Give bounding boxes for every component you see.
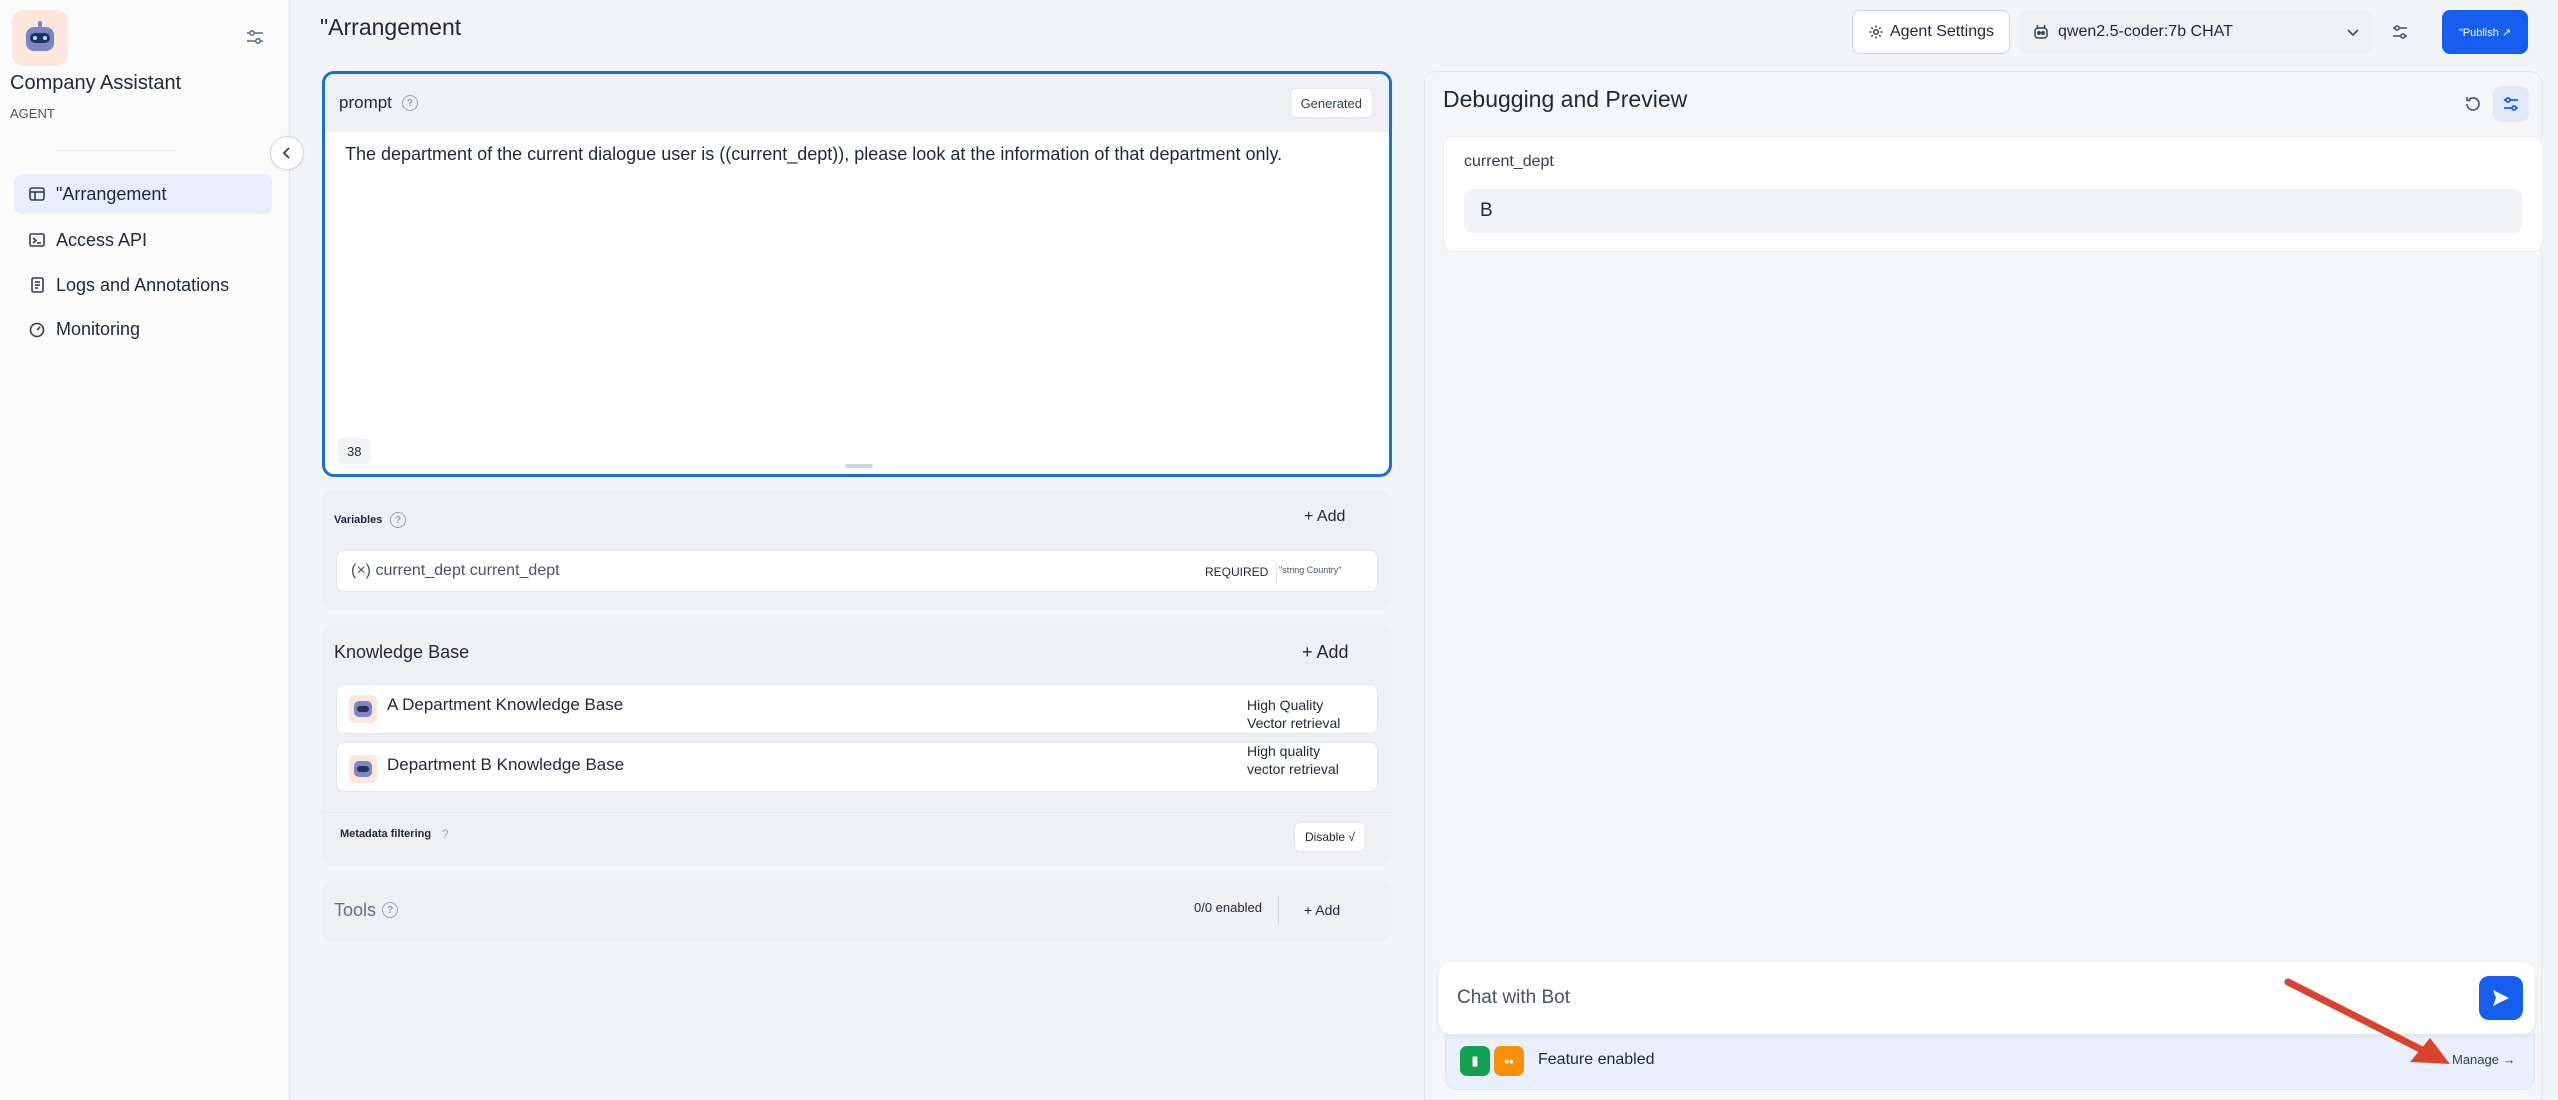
resize-handle[interactable]	[845, 464, 873, 468]
collapse-sidebar-button[interactable]	[270, 136, 304, 170]
refresh-icon	[2466, 97, 2480, 111]
app-type-badge: AGENT	[10, 106, 55, 121]
sidebar: Company Assistant AGENT "Arrangement Acc…	[0, 0, 290, 1100]
chevron-left-icon	[282, 147, 290, 159]
help-icon[interactable]: ?	[401, 95, 418, 111]
variables-panel: Variables ? + Add (×) current_dept curre…	[322, 490, 1392, 610]
chevron-down-icon	[2347, 29, 2359, 37]
send-icon	[2493, 990, 2509, 1006]
send-button[interactable]	[2479, 976, 2523, 1020]
add-knowledge-button[interactable]: + Add	[1302, 642, 1349, 663]
annotation-arrow-icon	[2284, 978, 2450, 1064]
sidebar-item-monitoring[interactable]: Monitoring	[14, 309, 272, 349]
prompt-label: prompt	[339, 93, 392, 112]
layout-icon	[28, 185, 46, 203]
prompt-editor[interactable]: prompt ? Generated The department of the…	[322, 71, 1392, 477]
prompt-text[interactable]: The department of the current dialogue u…	[345, 144, 1282, 165]
metadata-filter-select[interactable]: Disable √	[1294, 822, 1366, 852]
retrieval-line-1: High quality	[1247, 743, 1321, 759]
restart-button[interactable]	[2455, 86, 2491, 122]
variables-toggle-button[interactable]	[2493, 86, 2529, 122]
sidebar-item-arrangement[interactable]: "Arrangement	[14, 174, 272, 214]
sidebar-item-logs[interactable]: Logs and Annotations	[14, 265, 272, 305]
knowledge-item[interactable]: Department B Knowledge Base High quality…	[336, 742, 1378, 792]
knowledge-base-label: Knowledge Base	[334, 642, 470, 662]
gear-icon	[1869, 25, 1883, 39]
help-icon[interactable]: ?	[390, 512, 406, 528]
debug-variables-card: current_dept B	[1443, 136, 2543, 252]
generate-button[interactable]: Generated	[1289, 88, 1373, 118]
knowledge-base-icon	[349, 695, 377, 723]
sidebar-item-access-api[interactable]: Access API	[14, 220, 272, 260]
sidebar-item-label: "Arrangement	[56, 183, 167, 204]
debug-title: Debugging and Preview	[1443, 86, 1688, 112]
knowledge-item-name: Department B Knowledge Base	[387, 755, 625, 774]
agent-settings-button[interactable]: Agent Settings	[1852, 10, 2010, 54]
tools-label: Tools	[334, 900, 377, 920]
variable-name: current_dept	[1464, 153, 1554, 170]
variable-value-input[interactable]: B	[1464, 189, 2522, 233]
chat-placeholder: Chat with Bot	[1457, 987, 1570, 1008]
knowledge-item[interactable]: A Department Knowledge Base High Quality…	[336, 684, 1378, 734]
app-name: Company Assistant	[10, 72, 182, 94]
required-badge: REQUIRED	[1197, 561, 1278, 583]
settings-sliders-icon[interactable]	[244, 26, 266, 48]
variable-type: "string Country"	[1279, 565, 1342, 575]
agent-settings-label: Agent Settings	[1889, 23, 1995, 40]
feature-icon-green: ▮	[1460, 1046, 1490, 1076]
model-selector[interactable]: qwen2.5-coder:7b CHAT	[2020, 10, 2372, 54]
debug-preview-panel: Debugging and Preview current_dept B ▮ •…	[1424, 71, 2543, 1100]
tools-enabled-count: 0/0 enabled	[1194, 900, 1262, 915]
feature-icon-orange: ••	[1494, 1046, 1524, 1076]
retrieval-line-1: High Quality	[1247, 697, 1324, 713]
variable-row[interactable]: (×) current_dept current_dept REQUIRED "…	[336, 550, 1378, 592]
add-variable-button[interactable]: + Add	[1304, 508, 1345, 526]
settings-sliders-icon	[2504, 97, 2518, 111]
metadata-filtering-label: Metadata filtering	[340, 828, 432, 840]
sidebar-item-label: Monitoring	[56, 318, 141, 339]
tools-panel: Tools ? 0/0 enabled + Add	[322, 880, 1392, 942]
knowledge-base-icon	[349, 755, 377, 783]
prompt-header: prompt ?	[325, 74, 1389, 132]
document-icon	[28, 276, 46, 294]
divider	[322, 812, 1392, 813]
feature-enabled-label: Feature enabled	[1538, 1051, 1655, 1068]
knowledge-item-name: A Department Knowledge Base	[387, 695, 624, 714]
divider	[1278, 896, 1279, 924]
add-tool-button[interactable]: + Add	[1304, 902, 1340, 918]
terminal-icon	[28, 231, 46, 249]
app-logo	[12, 10, 68, 66]
model-icon	[2034, 24, 2048, 39]
retrieval-line-2: vector retrieval	[1247, 761, 1339, 777]
knowledge-base-panel: Knowledge Base + Add A Department Knowle…	[322, 624, 1392, 866]
retrieval-line-2: Vector retrieval	[1247, 715, 1341, 731]
sidebar-divider	[56, 150, 176, 151]
sidebar-item-label: Access API	[56, 229, 148, 250]
publish-button[interactable]: "Publish ↗	[2442, 10, 2528, 54]
sidebar-item-label: Logs and Annotations	[56, 274, 230, 295]
robot-icon	[22, 21, 58, 55]
model-parameters-button[interactable]	[2380, 10, 2420, 54]
page-title: "Arrangement	[320, 14, 462, 40]
help-icon[interactable]: ?	[442, 827, 449, 841]
variables-label: Variables	[334, 514, 383, 526]
settings-sliders-icon	[2393, 25, 2407, 39]
gauge-icon	[28, 320, 46, 338]
help-icon[interactable]: ?	[382, 902, 398, 918]
character-count: 38	[337, 438, 372, 464]
model-name: qwen2.5-coder:7b CHAT	[2058, 23, 2233, 40]
variable-key: (×) current_dept current_dept	[351, 562, 560, 579]
